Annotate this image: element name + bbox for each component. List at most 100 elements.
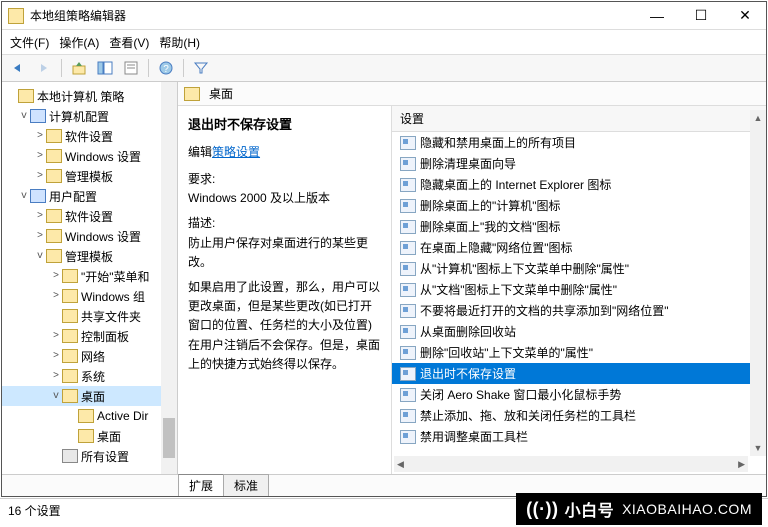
tree-scrollbar[interactable] <box>161 82 177 474</box>
show-hide-tree-button[interactable] <box>93 57 117 79</box>
expand-icon[interactable]: > <box>50 271 62 282</box>
tree-c-windows[interactable]: Windows 设置 <box>65 148 141 165</box>
expand-icon[interactable]: > <box>50 351 62 362</box>
tree-u-software[interactable]: 软件设置 <box>65 208 113 225</box>
app-window: 本地组策略编辑器 — ☐ ✕ 文件(F) 操作(A) 查看(V) 帮助(H) ?… <box>1 1 767 497</box>
close-button[interactable]: ✕ <box>732 7 758 25</box>
setting-item[interactable]: 删除清理桌面向导 <box>392 153 766 174</box>
up-button[interactable] <box>67 57 91 79</box>
setting-label: 不要将最近打开的文档的共享添加到"网络位置" <box>420 302 669 319</box>
expand-icon[interactable]: > <box>34 131 46 142</box>
policy-icon <box>400 430 416 444</box>
minimize-button[interactable]: — <box>644 7 670 25</box>
policy-settings-link[interactable]: 策略设置 <box>212 145 260 159</box>
policy-icon <box>400 283 416 297</box>
tree-desktop-sub[interactable]: 桌面 <box>97 428 121 445</box>
nav-tree[interactable]: 本地计算机 策略 v计算机配置 >软件设置 >Windows 设置 >管理模板 … <box>2 82 178 474</box>
watermark-brand: 小白号 <box>565 497 615 521</box>
help-button[interactable]: ? <box>154 57 178 79</box>
list-column-header[interactable]: 设置 <box>392 106 766 132</box>
setting-item[interactable]: 禁用调整桌面工具栏 <box>392 426 766 447</box>
settings-list-pane: 设置 隐藏和禁用桌面上的所有项目删除清理桌面向导隐藏桌面上的 Internet … <box>392 106 766 474</box>
setting-item[interactable]: 删除桌面上"我的文档"图标 <box>392 216 766 237</box>
folder-icon <box>62 329 78 343</box>
setting-item[interactable]: 隐藏和禁用桌面上的所有项目 <box>392 132 766 153</box>
filter-button[interactable] <box>189 57 213 79</box>
maximize-button[interactable]: ☐ <box>688 7 714 25</box>
setting-item[interactable]: 从桌面删除回收站 <box>392 321 766 342</box>
expand-icon[interactable]: v <box>34 251 46 262</box>
setting-label: 删除桌面上的"计算机"图标 <box>420 197 561 214</box>
settings-list[interactable]: 隐藏和禁用桌面上的所有项目删除清理桌面向导隐藏桌面上的 Internet Exp… <box>392 132 766 447</box>
list-scrollbar[interactable]: ▲▼ <box>750 110 766 456</box>
tree-all-settings[interactable]: 所有设置 <box>81 448 129 465</box>
policy-icon <box>400 241 416 255</box>
setting-item[interactable]: 删除桌面上的"计算机"图标 <box>392 195 766 216</box>
menu-view[interactable]: 查看(V) <box>109 34 149 51</box>
window-title: 本地组策略编辑器 <box>30 7 644 24</box>
setting-item[interactable]: 禁止添加、拖、放和关闭任务栏的工具栏 <box>392 405 766 426</box>
tree-root[interactable]: 本地计算机 策略 <box>37 88 124 105</box>
tree-c-software[interactable]: 软件设置 <box>65 128 113 145</box>
tree-computer-config[interactable]: 计算机配置 <box>49 108 109 125</box>
setting-item[interactable]: 关闭 Aero Shake 窗口最小化鼠标手势 <box>392 384 766 405</box>
setting-label: 从"计算机"图标上下文菜单中删除"属性" <box>420 260 629 277</box>
setting-item[interactable]: 退出时不保存设置 <box>392 363 766 384</box>
expand-icon[interactable]: > <box>50 331 62 342</box>
tree-u-windows[interactable]: Windows 设置 <box>65 228 141 245</box>
setting-label: 在桌面上隐藏"网络位置"图标 <box>420 239 573 256</box>
edit-label: 编辑 <box>188 145 212 159</box>
setting-item[interactable]: 在桌面上隐藏"网络位置"图标 <box>392 237 766 258</box>
tree-windows-components[interactable]: Windows 组 <box>81 288 145 305</box>
menu-action[interactable]: 操作(A) <box>59 34 99 51</box>
tab-standard[interactable]: 标准 <box>223 474 269 496</box>
setting-item[interactable]: 隐藏桌面上的 Internet Explorer 图标 <box>392 174 766 195</box>
tree-u-admin[interactable]: 管理模板 <box>65 248 113 265</box>
policy-icon <box>400 304 416 318</box>
title-bar[interactable]: 本地组策略编辑器 — ☐ ✕ <box>2 2 766 30</box>
expand-icon[interactable]: > <box>50 371 62 382</box>
policy-icon <box>400 367 416 381</box>
expand-icon[interactable]: > <box>34 151 46 162</box>
expand-icon[interactable]: > <box>50 291 62 302</box>
setting-label: 禁用调整桌面工具栏 <box>420 428 528 445</box>
list-h-scrollbar[interactable]: ◀▶ <box>394 456 748 472</box>
tree-c-admin[interactable]: 管理模板 <box>65 168 113 185</box>
tree-user-config[interactable]: 用户配置 <box>49 188 97 205</box>
menu-help[interactable]: 帮助(H) <box>159 34 200 51</box>
tree-shared-folders[interactable]: 共享文件夹 <box>81 308 141 325</box>
setting-item[interactable]: 删除"回收站"上下文菜单的"属性" <box>392 342 766 363</box>
tree-control-panel[interactable]: 控制面板 <box>81 328 129 345</box>
tree-start-menu[interactable]: "开始"菜单和 <box>81 268 150 285</box>
menu-file[interactable]: 文件(F) <box>10 34 49 51</box>
folder-icon <box>62 289 78 303</box>
properties-button[interactable] <box>119 57 143 79</box>
tree-system[interactable]: 系统 <box>81 368 105 385</box>
tree-active-directory[interactable]: Active Dir <box>97 409 148 423</box>
forward-button[interactable] <box>32 57 56 79</box>
requirements-label: 要求: <box>188 170 381 189</box>
setting-item[interactable]: 不要将最近打开的文档的共享添加到"网络位置" <box>392 300 766 321</box>
expand-icon[interactable]: v <box>50 391 62 402</box>
expand-icon[interactable]: > <box>34 171 46 182</box>
setting-item[interactable]: 从"文档"图标上下文菜单中删除"属性" <box>392 279 766 300</box>
user-icon <box>30 189 46 203</box>
setting-item[interactable]: 从"计算机"图标上下文菜单中删除"属性" <box>392 258 766 279</box>
expand-icon[interactable]: v <box>18 111 30 122</box>
expand-icon[interactable]: v <box>18 191 30 202</box>
policy-icon <box>400 325 416 339</box>
tab-extended[interactable]: 扩展 <box>178 474 224 496</box>
main-pane: 桌面 退出时不保存设置 编辑策略设置 要求: Windows 2000 及以上版… <box>178 82 766 474</box>
folder-icon <box>46 229 62 243</box>
folder-icon <box>46 129 62 143</box>
app-icon <box>8 8 24 24</box>
computer-icon <box>30 109 46 123</box>
main-body: 本地计算机 策略 v计算机配置 >软件设置 >Windows 设置 >管理模板 … <box>2 82 766 474</box>
back-button[interactable] <box>6 57 30 79</box>
folder-icon <box>46 149 62 163</box>
expand-icon[interactable]: > <box>34 231 46 242</box>
setting-label: 隐藏桌面上的 Internet Explorer 图标 <box>420 176 611 193</box>
expand-icon[interactable]: > <box>34 211 46 222</box>
tree-desktop[interactable]: 桌面 <box>81 388 105 405</box>
tree-network[interactable]: 网络 <box>81 348 105 365</box>
